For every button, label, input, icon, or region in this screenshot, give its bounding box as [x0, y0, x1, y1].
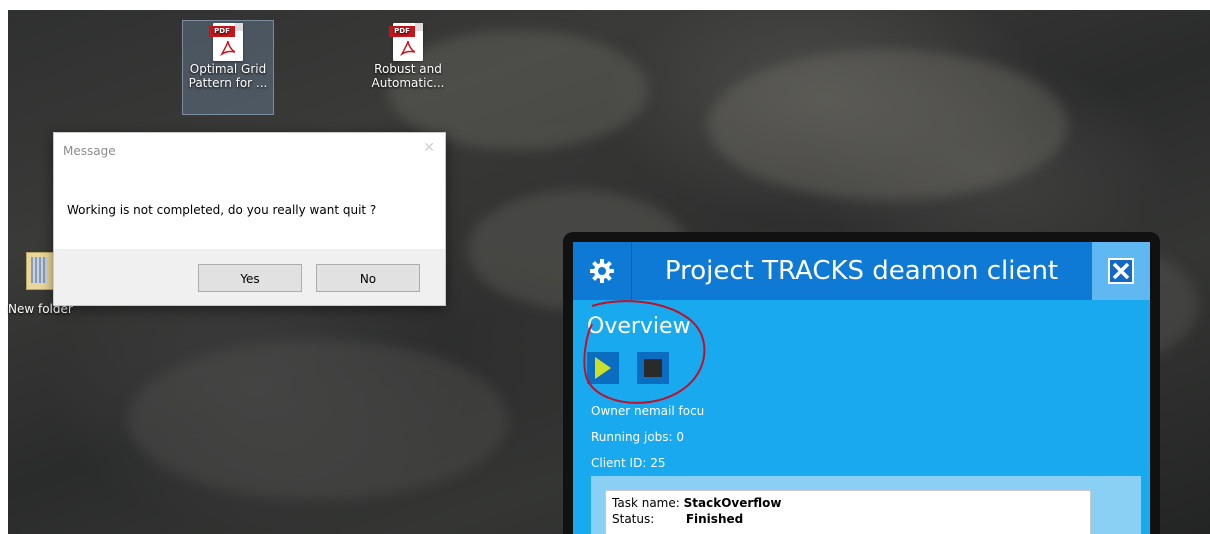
- status-value: Finished: [685, 512, 744, 526]
- close-window-button[interactable]: [1092, 242, 1150, 300]
- message-dialog: Message ✕ Working is not completed, do y…: [53, 132, 446, 306]
- dialog-title: Message: [63, 144, 116, 158]
- close-icon: [1108, 258, 1134, 284]
- play-icon: [595, 357, 611, 379]
- running-jobs-text: Running jobs: 0: [591, 430, 685, 444]
- tracks-header: Project TRACKS deamon client: [573, 242, 1150, 300]
- pdf-icon: PDF: [209, 23, 243, 61]
- no-button[interactable]: No: [316, 264, 420, 292]
- tracks-client-window: Project TRACKS deamon client Overview Ow…: [563, 232, 1160, 534]
- task-panel: Task name: StackOverflow Status: Finishe…: [591, 476, 1141, 534]
- tracks-body: Overview Owner nemail focu Running jobs:…: [573, 300, 1150, 534]
- client-id-text: Client ID: 25: [591, 456, 666, 470]
- pdf-icon: PDF: [389, 23, 423, 61]
- icon-label-line2: Pattern for ...: [188, 76, 268, 90]
- icon-label-line1: Robust and: [374, 62, 442, 76]
- gear-icon: [590, 259, 614, 283]
- dialog-message: Working is not completed, do you really …: [67, 203, 377, 217]
- task-name-label: Task name:: [612, 496, 680, 510]
- desktop-icon-robust-automatic[interactable]: PDF Robust and Automatic...: [363, 21, 453, 114]
- stop-button[interactable]: [637, 352, 669, 384]
- icon-label-line2: Automatic...: [371, 76, 445, 90]
- task-name-value: StackOverflow: [683, 496, 782, 510]
- play-button[interactable]: [587, 352, 619, 384]
- yes-button[interactable]: Yes: [198, 264, 302, 292]
- task-card: Task name: StackOverflow Status: Finishe…: [605, 490, 1091, 534]
- status-label: Status:: [612, 512, 655, 526]
- window-title: Project TRACKS deamon client: [664, 256, 1059, 286]
- settings-button[interactable]: [573, 242, 632, 300]
- icon-label-line1: Optimal Grid: [189, 62, 267, 76]
- stop-icon: [644, 359, 662, 377]
- desktop-icon-optimal-grid[interactable]: PDF Optimal Grid Pattern for ...: [182, 20, 274, 115]
- section-title: Overview: [587, 314, 691, 339]
- close-icon[interactable]: ✕: [423, 140, 435, 156]
- folder-icon: [26, 252, 56, 290]
- owner-text: Owner nemail focu: [591, 404, 705, 418]
